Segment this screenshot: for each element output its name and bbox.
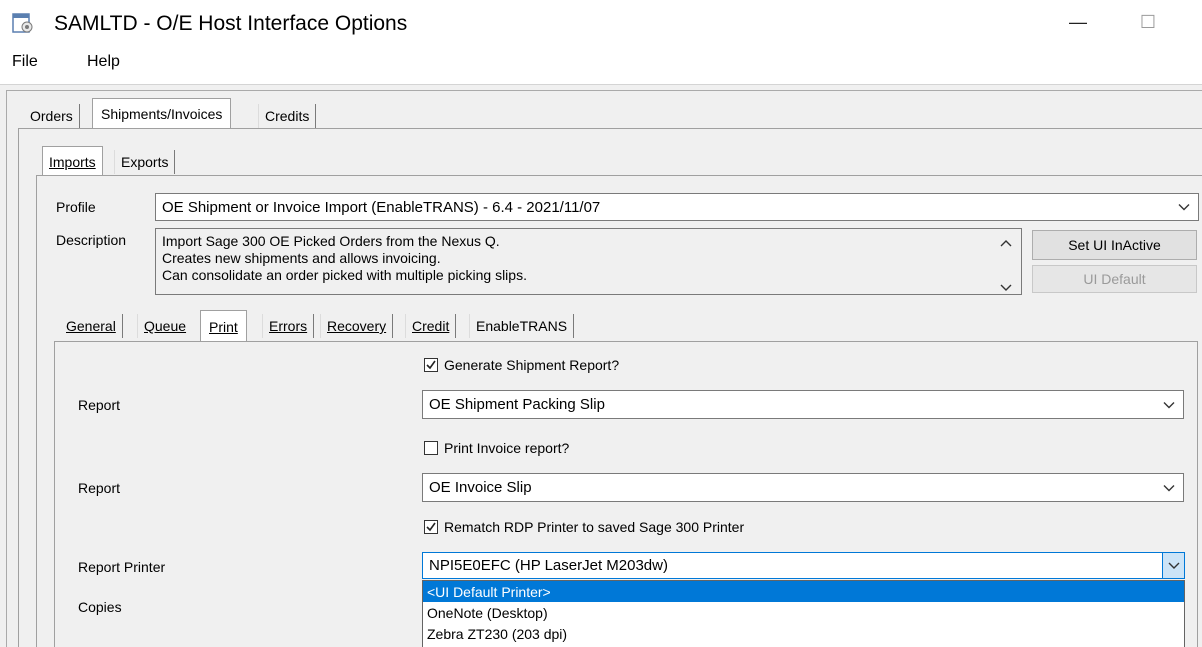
app-icon xyxy=(12,12,34,34)
rematch-printer-label: Rematch RDP Printer to saved Sage 300 Pr… xyxy=(444,519,745,535)
maximize-button[interactable]: ☐ xyxy=(1125,4,1171,40)
printer-option[interactable]: OneNote (Desktop) xyxy=(423,602,1184,623)
tab-shipments-invoices[interactable]: Shipments/Invoices xyxy=(92,98,232,129)
tab-orders[interactable]: Orders xyxy=(24,104,80,128)
tab-credits[interactable]: Credits xyxy=(258,104,317,128)
chevron-down-icon xyxy=(1163,479,1175,496)
set-ui-inactive-button[interactable]: Set UI InActive xyxy=(1032,230,1197,260)
tab-general-label: General xyxy=(66,318,116,334)
profile-value: OE Shipment or Invoice Import (EnableTRA… xyxy=(162,198,601,216)
tab-credit[interactable]: Credit xyxy=(405,314,457,338)
profile-select[interactable]: OE Shipment or Invoice Import (EnableTRA… xyxy=(155,193,1199,221)
printer-dropdown-list: <UI Default Printer> OneNote (Desktop) Z… xyxy=(422,580,1185,647)
shipment-report-select[interactable]: OE Shipment Packing Slip xyxy=(422,390,1184,419)
generate-shipment-checkbox[interactable] xyxy=(424,358,438,372)
tab-credits-label: Credits xyxy=(265,108,310,124)
tab-errors-label: Errors xyxy=(269,318,308,334)
scroll-down-icon[interactable] xyxy=(1000,279,1012,297)
copies-label: Copies xyxy=(78,599,122,615)
printer-option[interactable]: <UI Default Printer> xyxy=(423,581,1184,602)
menu-file[interactable]: File xyxy=(12,53,38,71)
tab-shipments-invoices-label: Shipments/Invoices xyxy=(101,106,223,122)
ui-default-button[interactable]: UI Default xyxy=(1032,265,1197,293)
window-title: SAMLTD - O/E Host Interface Options xyxy=(54,12,408,35)
report-label: Report xyxy=(78,480,121,496)
chevron-down-icon[interactable] xyxy=(1162,553,1184,578)
tab-imports[interactable]: Imports xyxy=(42,146,103,176)
invoice-report-value: OE Invoice Slip xyxy=(429,479,532,496)
maximize-icon: ☐ xyxy=(1139,11,1157,32)
tab-recovery-label: Recovery xyxy=(327,318,387,334)
print-invoice-checkbox[interactable] xyxy=(424,441,438,455)
minimize-button[interactable]: — xyxy=(1055,4,1101,40)
menu-help[interactable]: Help xyxy=(87,53,120,71)
tab-enabletrans[interactable]: EnableTRANS xyxy=(469,314,575,338)
invoice-report-select[interactable]: OE Invoice Slip xyxy=(422,473,1184,502)
tab-print-label: Print xyxy=(209,318,238,335)
profile-label: Profile xyxy=(56,199,96,215)
tab-general[interactable]: General xyxy=(60,314,123,338)
rematch-printer-checkbox[interactable] xyxy=(424,520,438,534)
tab-exports[interactable]: Exports xyxy=(114,150,176,174)
generate-shipment-label: Generate Shipment Report? xyxy=(444,357,620,373)
tab-print[interactable]: Print xyxy=(200,310,247,342)
tab-enabletrans-label: EnableTRANS xyxy=(476,318,568,334)
printer-option[interactable]: Zebra ZT230 (203 dpi) xyxy=(423,623,1184,644)
tab-credit-label: Credit xyxy=(412,318,450,334)
report-printer-value: NPI5E0EFC (HP LaserJet M203dw) xyxy=(429,557,668,574)
tab-errors[interactable]: Errors xyxy=(262,314,315,338)
tab-queue-label: Queue xyxy=(144,318,187,334)
tab-exports-label: Exports xyxy=(121,154,169,170)
tab-imports-label: Imports xyxy=(49,153,96,170)
shipment-report-value: OE Shipment Packing Slip xyxy=(429,396,605,413)
report-printer-select[interactable]: NPI5E0EFC (HP LaserJet M203dw) xyxy=(422,552,1185,579)
report-printer-label: Report Printer xyxy=(78,559,166,575)
description-box[interactable]: Import Sage 300 OE Picked Orders from th… xyxy=(155,228,1022,295)
scroll-up-icon[interactable] xyxy=(1000,234,1012,252)
description-line: Creates new shipments and allows invoici… xyxy=(162,250,441,266)
checkmark-icon xyxy=(426,522,436,532)
menu-bar xyxy=(0,50,1202,80)
tab-orders-label: Orders xyxy=(30,108,73,124)
tab-recovery[interactable]: Recovery xyxy=(320,314,394,338)
description-label: Description xyxy=(56,232,127,248)
print-invoice-label: Print Invoice report? xyxy=(444,440,570,456)
description-line: Can consolidate an order picked with mul… xyxy=(162,267,527,283)
checkmark-icon xyxy=(426,360,436,370)
tab-queue[interactable]: Queue xyxy=(137,314,192,338)
minimize-icon: — xyxy=(1069,11,1087,32)
chevron-down-icon xyxy=(1178,199,1190,216)
report-label: Report xyxy=(78,397,121,413)
chevron-down-icon xyxy=(1163,396,1175,413)
description-line: Import Sage 300 OE Picked Orders from th… xyxy=(162,233,500,249)
